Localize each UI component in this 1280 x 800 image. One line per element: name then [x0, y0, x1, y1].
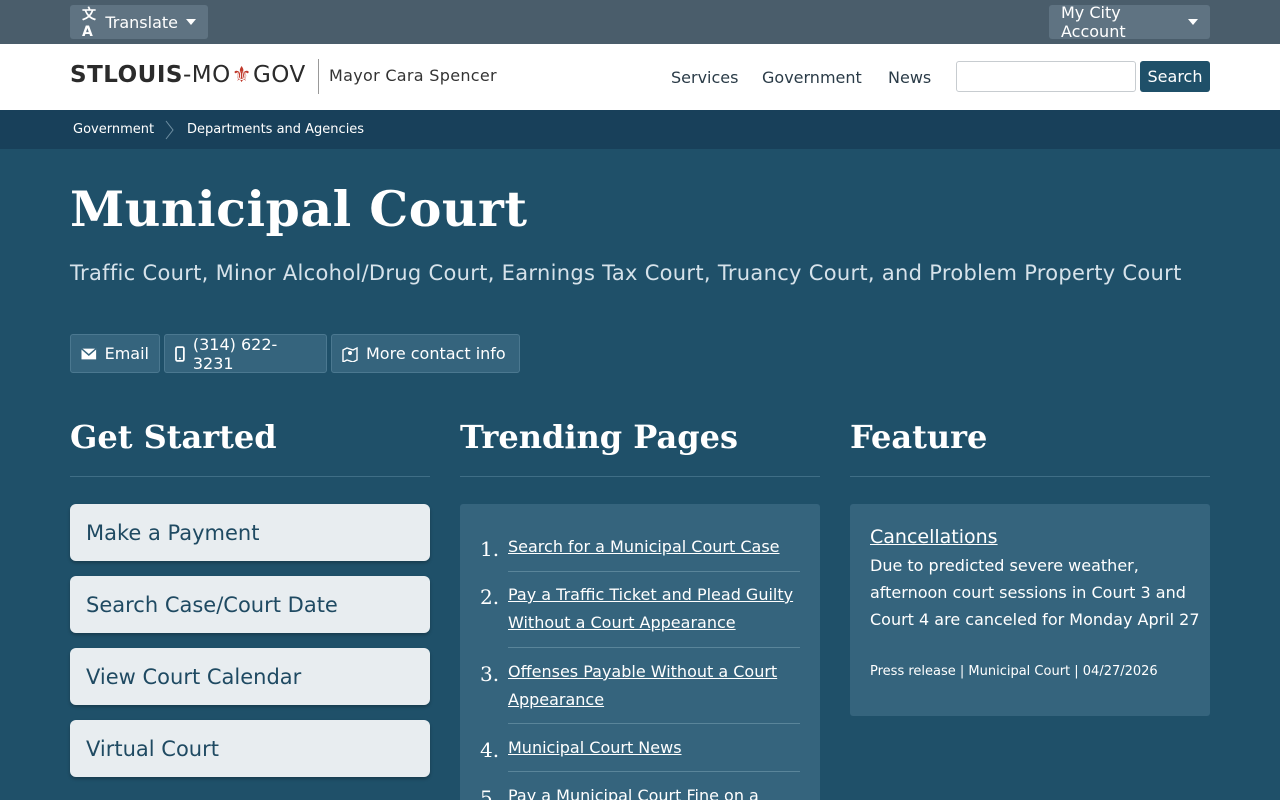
breadcrumb-departments[interactable]: Departments and Agencies [187, 122, 364, 137]
view-court-calendar-button[interactable]: View Court Calendar [70, 648, 430, 705]
trending-link[interactable]: Offenses Payable Without a Court Appeara… [508, 658, 800, 714]
trending-link[interactable]: Municipal Court News [508, 734, 800, 762]
account-label: My City Account [1061, 3, 1126, 41]
logo-text-mo: -MO [182, 62, 231, 88]
chevron-down-icon [186, 19, 196, 25]
trending-link[interactable]: Pay a Municipal Court Fine on a [508, 782, 800, 800]
email-label: Email [104, 344, 149, 363]
logo-divider [318, 59, 319, 94]
list-number: 3. [480, 662, 500, 686]
map-pin-icon [342, 346, 358, 362]
search-button[interactable]: Search [1140, 61, 1210, 92]
more-contact-info-button[interactable]: More contact info [331, 334, 520, 373]
divider [508, 723, 800, 724]
site-header: STLOUIS -MO ⚜ GOV Mayor Cara Spencer Servic… [0, 44, 1280, 110]
my-city-account-button[interactable]: My City Account [1049, 3, 1210, 41]
nav-news[interactable]: News [888, 68, 931, 87]
page-title: Municipal Court [70, 180, 528, 238]
trending-link[interactable]: Pay a Traffic Ticket and Plead Guilty Wi… [508, 581, 800, 637]
divider [460, 476, 820, 477]
phone-button[interactable]: (314) 622-3231 [164, 334, 327, 373]
feature-link[interactable]: Cancellations [870, 526, 998, 548]
mobile-phone-icon [175, 345, 185, 362]
list-number: 5. [480, 786, 500, 800]
search-case-button[interactable]: Search Case/Court Date [70, 576, 430, 633]
get-started-heading: Get Started [70, 418, 277, 456]
divider [850, 476, 1210, 477]
list-number: 4. [480, 738, 500, 762]
make-payment-button[interactable]: Make a Payment [70, 504, 430, 561]
nav-services[interactable]: Services [671, 68, 738, 87]
chevron-down-icon [1188, 19, 1198, 25]
page-subtitle: Traffic Court, Minor Alcohol/Drug Court,… [70, 261, 1182, 285]
feature-card: Cancellations Due to predicted severe we… [850, 504, 1210, 716]
email-button[interactable]: Email [70, 334, 160, 373]
mayor-name[interactable]: Mayor Cara Spencer [329, 66, 497, 85]
translate-icon: 文A [82, 7, 96, 40]
logo-text-gov: GOV [252, 62, 306, 88]
divider [508, 771, 800, 772]
divider [508, 571, 800, 572]
site-logo[interactable]: STLOUIS -MO ⚜ GOV [70, 62, 306, 88]
list-number: 2. [480, 585, 500, 609]
translate-button[interactable]: 文A Translate [70, 5, 208, 40]
feature-body: Due to predicted severe weather, afterno… [870, 556, 1200, 629]
trending-pages-heading: Trending Pages [460, 418, 738, 456]
trending-pages-list: 1. Search for a Municipal Court Case 2. … [460, 504, 820, 800]
divider [508, 647, 800, 648]
feature-meta: Press release | Municipal Court | 04/27/… [870, 664, 1158, 679]
breadcrumb: Government Departments and Agencies [0, 110, 1280, 149]
more-contact-label: More contact info [366, 344, 506, 363]
chevron-right-icon [165, 120, 174, 140]
logo-text-stlouis: STLOUIS [70, 62, 183, 88]
trending-link[interactable]: Search for a Municipal Court Case [508, 533, 800, 561]
list-number: 1. [480, 537, 500, 561]
translate-label: Translate [105, 12, 178, 32]
utility-bar: 文A Translate My City Account [0, 0, 1280, 44]
divider [70, 476, 430, 477]
search-input[interactable] [956, 61, 1136, 92]
feature-heading: Feature [850, 418, 988, 456]
phone-label: (314) 622-3231 [192, 334, 278, 373]
virtual-court-button[interactable]: Virtual Court [70, 720, 430, 777]
fleur-de-lis-icon: ⚜ [231, 62, 252, 88]
breadcrumb-government[interactable]: Government [73, 122, 154, 137]
nav-government[interactable]: Government [762, 68, 862, 87]
envelope-icon [81, 347, 97, 359]
